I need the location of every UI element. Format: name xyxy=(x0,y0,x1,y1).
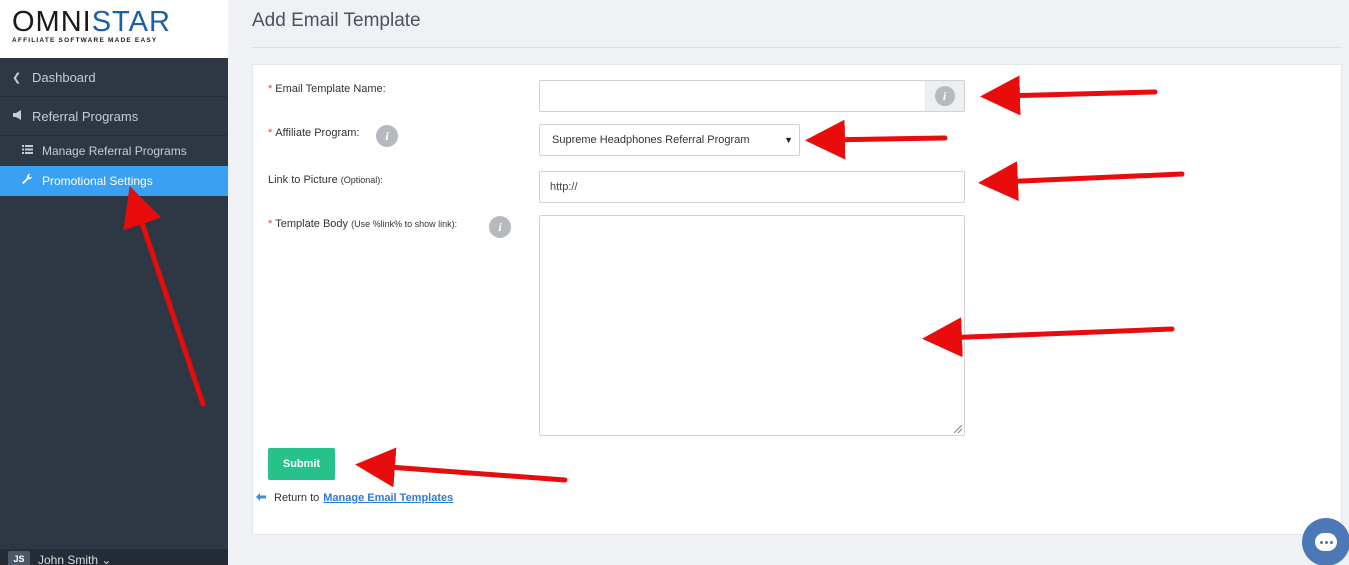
page-title: Add Email Template xyxy=(252,10,421,31)
megaphone-icon xyxy=(12,109,32,123)
sidebar-item-label: Promotional Settings xyxy=(42,174,153,188)
logo[interactable]: OMNISTAR AFFILIATE SOFTWARE MADE EASY xyxy=(0,0,228,58)
picture-link-input[interactable] xyxy=(539,171,965,203)
info-icon[interactable]: i xyxy=(489,216,511,238)
sidebar-item-manage-referral-programs[interactable]: Manage Referral Programs xyxy=(0,136,228,166)
sidebar-item-label: Referral Programs xyxy=(32,108,139,124)
template-body-textarea[interactable] xyxy=(539,215,965,436)
user-name: John Smith ⌄ xyxy=(38,553,112,565)
sidebar-item-label: Manage Referral Programs xyxy=(42,144,187,158)
submit-button[interactable]: Submit xyxy=(268,448,335,480)
avatar: JS xyxy=(8,551,30,565)
info-icon[interactable]: i xyxy=(376,125,398,147)
wrench-icon xyxy=(22,174,42,188)
select-value: Supreme Headphones Referral Program xyxy=(552,134,750,146)
resize-handle[interactable] xyxy=(954,425,962,433)
list-icon xyxy=(22,145,42,157)
logo-wordmark: OMNISTAR xyxy=(12,6,171,38)
sidebar-item-referral-programs[interactable]: Referral Programs xyxy=(0,97,228,136)
template-name-label: * Email Template Name: xyxy=(268,83,386,95)
return-prefix: Return to xyxy=(274,492,320,504)
chevron-left-icon: ❮ xyxy=(12,71,22,84)
affiliate-program-label: * Affiliate Program: xyxy=(268,127,360,139)
sidebar-item-label: Dashboard xyxy=(32,69,96,85)
chat-bubble-icon[interactable] xyxy=(1302,518,1349,565)
picture-link-label: Link to Picture (Optional): xyxy=(268,174,383,186)
sidebar-item-dashboard[interactable]: ❮ Dashboard xyxy=(0,58,228,97)
arrow-left-icon xyxy=(256,492,266,504)
return-line: Return to Manage Email Templates xyxy=(256,492,453,504)
sidebar-item-promotional-settings[interactable]: Promotional Settings xyxy=(0,166,228,196)
affiliate-program-select[interactable]: Supreme Headphones Referral Program ▼ xyxy=(539,124,800,156)
template-name-addon: i xyxy=(925,80,965,112)
info-icon[interactable]: i xyxy=(934,86,955,106)
logo-tagline: AFFILIATE SOFTWARE MADE EASY xyxy=(12,37,158,44)
template-body-label: * Template Body (Use %link% to show link)… xyxy=(268,218,458,230)
user-menu[interactable]: JS John Smith ⌄ xyxy=(0,549,228,565)
title-divider xyxy=(252,47,1342,48)
sidebar: OMNISTAR AFFILIATE SOFTWARE MADE EASY ❮ … xyxy=(0,0,228,565)
caret-down-icon: ▼ xyxy=(784,135,793,145)
template-name-input[interactable] xyxy=(539,80,926,112)
chat-dots xyxy=(1315,533,1337,551)
manage-email-templates-link[interactable]: Manage Email Templates xyxy=(323,492,453,504)
